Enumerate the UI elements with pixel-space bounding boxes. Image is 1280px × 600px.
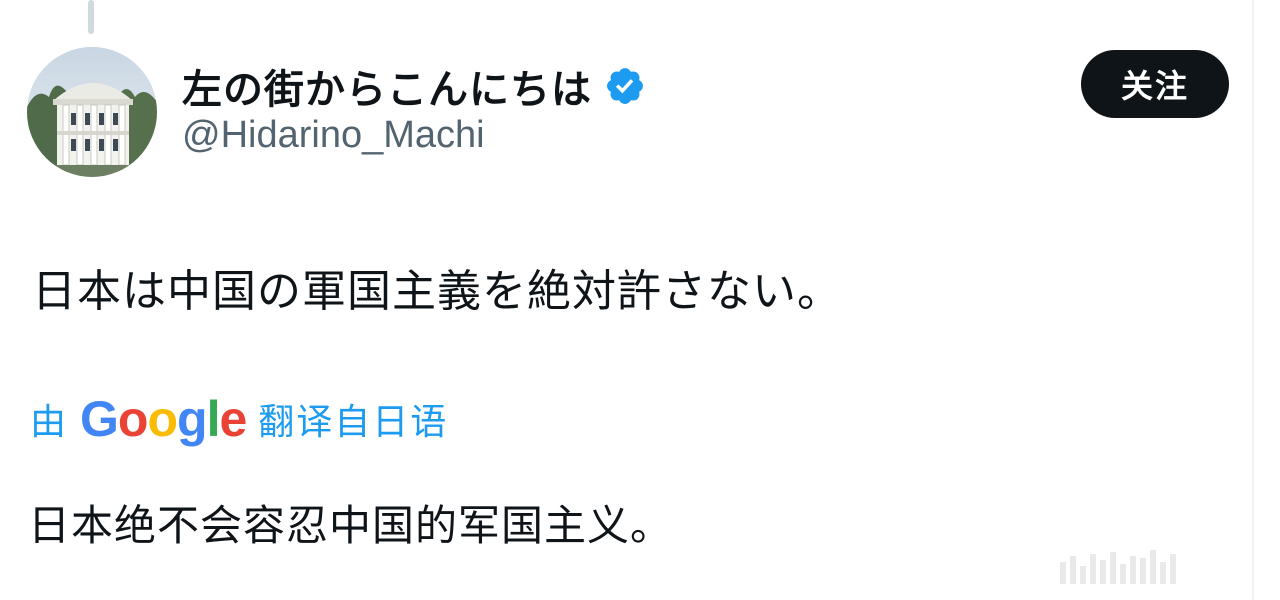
google-logo: Google xyxy=(80,391,247,447)
google-letter: G xyxy=(80,391,119,447)
translated-text: 日本绝不会容忍中国的军国主义。 xyxy=(28,501,674,550)
avatar-image xyxy=(27,47,157,177)
follow-button[interactable]: 关注 xyxy=(1081,50,1229,118)
translation-prefix: 由 xyxy=(30,402,67,443)
google-letter: g xyxy=(177,391,208,447)
avatar[interactable] xyxy=(27,47,157,177)
translation-attribution[interactable]: 由 Google 翻译自日语 xyxy=(30,392,448,446)
thread-connector-line xyxy=(88,0,94,34)
scrollbar-track xyxy=(1252,0,1280,600)
author-name-row: 左の街からこんにちは xyxy=(182,58,646,114)
author-handle[interactable]: @Hidarino_Machi xyxy=(182,114,485,157)
tweet-text: 日本は中国の軍国主義を絶対許さない。 xyxy=(32,266,842,317)
google-letter: l xyxy=(206,391,221,447)
watermark xyxy=(1060,548,1260,584)
google-letter: o xyxy=(117,391,149,447)
translation-suffix: 翻译自日语 xyxy=(258,402,449,443)
google-letter: o xyxy=(147,391,178,447)
google-letter: e xyxy=(219,391,247,447)
verified-badge-icon xyxy=(607,68,643,104)
author-display-name[interactable]: 左の街からこんにちは xyxy=(182,57,592,115)
